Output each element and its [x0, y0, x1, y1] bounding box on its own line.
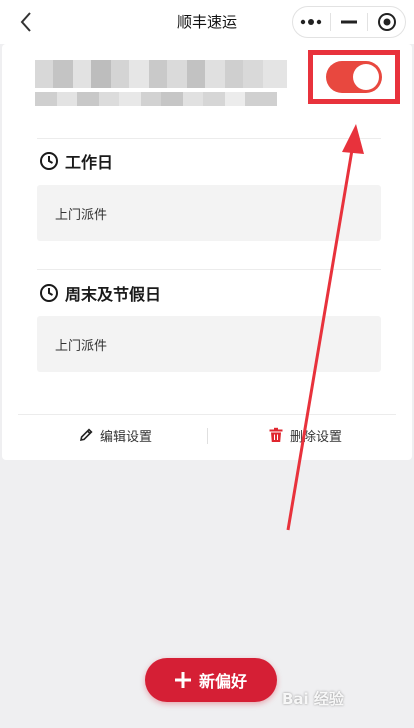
actions-divider: [18, 414, 396, 415]
enable-toggle[interactable]: [326, 61, 382, 93]
clock-icon: [40, 152, 58, 170]
edit-settings-button[interactable]: 编辑设置: [78, 420, 152, 450]
edit-settings-label: 编辑设置: [100, 429, 153, 445]
baidu-watermark: Bai 经验: [282, 689, 344, 708]
target-circle-icon: [377, 13, 396, 31]
nav-bar: 顺丰速运: [0, 0, 414, 44]
weekday-option[interactable]: 上门派件: [37, 185, 381, 241]
blurred-address: [35, 60, 287, 88]
section-weekend-holiday: 周末及节假日: [39, 282, 161, 304]
minimize-button[interactable]: [331, 7, 368, 37]
new-preference-button[interactable]: 新偏好: [145, 658, 277, 702]
preference-card: 工作日 上门派件 周末及节假日 上门派件 编辑设置 删除设置: [2, 44, 412, 460]
delete-settings-button[interactable]: 删除设置: [268, 420, 342, 450]
clock-icon: [40, 284, 58, 302]
delete-settings-label: 删除设置: [290, 429, 343, 445]
blurred-address-line2: [35, 92, 277, 106]
weekend-option[interactable]: 上门派件: [37, 316, 381, 372]
plus-icon: [174, 672, 191, 688]
section-title: 周末及节假日: [65, 285, 162, 304]
new-preference-label: 新偏好: [198, 672, 247, 691]
action-separator: [207, 428, 208, 444]
divider: [37, 138, 381, 139]
section-title: 工作日: [65, 153, 114, 172]
divider: [37, 269, 381, 270]
more-button[interactable]: [293, 7, 330, 37]
section-weekday: 工作日: [39, 150, 113, 172]
more-dots-icon: [301, 19, 322, 25]
minimize-icon: [341, 20, 357, 24]
trash-icon: [269, 427, 283, 442]
close-button[interactable]: [368, 7, 405, 37]
pencil-icon: [79, 428, 93, 442]
mini-program-capsule: [292, 6, 406, 38]
toggle-knob: [353, 64, 379, 90]
